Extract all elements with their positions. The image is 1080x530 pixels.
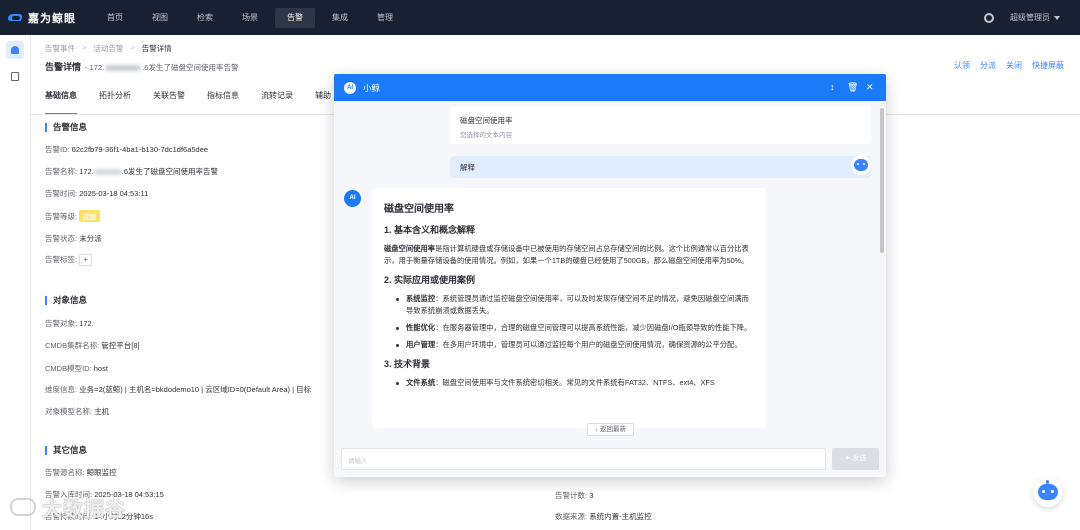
user-menu[interactable]: 超级管理员 bbox=[1010, 12, 1050, 23]
detail-tabs: 基础信息 拓扑分析 关联告警 指标信息 流转记录 辅助 bbox=[45, 90, 353, 115]
answer-section-1-body: 磁盘空间使用率是指计算机硬盘或存储设备中已被使用的存储空间占总存储空间的比例。这… bbox=[384, 244, 749, 265]
count-row: 告警计数: 3 bbox=[555, 491, 594, 500]
answer-section-3-list: 文件系统：磁盘空间使用率与文件系统密切相关。常见的文件系统有FAT32、NTFS… bbox=[396, 377, 754, 389]
page-title-text: 告警详情 bbox=[45, 62, 82, 72]
object-row: 告警对象: 172. bbox=[45, 319, 94, 328]
nav-search[interactable]: 检索 bbox=[185, 8, 225, 28]
add-tag-button[interactable]: + bbox=[79, 254, 93, 266]
tab-metrics[interactable]: 指标信息 bbox=[207, 90, 239, 115]
nav-admin[interactable]: 管理 bbox=[365, 8, 405, 28]
ai-answer-card: 磁盘空间使用率 1. 基本含义和概念解释 磁盘空间使用率是指计算机硬盘或存储设备… bbox=[372, 188, 766, 428]
assign-button[interactable]: 分派 bbox=[980, 60, 996, 71]
watermark: 大数据谷 bbox=[42, 499, 126, 521]
assistant-launcher[interactable] bbox=[1033, 477, 1063, 507]
nav-home[interactable]: 首页 bbox=[95, 8, 135, 28]
send-button[interactable]: ➤ 发送 bbox=[832, 448, 879, 470]
cmdb-model-row: CMDB模型ID: host bbox=[45, 364, 108, 373]
selected-text: 磁盘空间使用率 bbox=[460, 116, 513, 125]
cmdb-cluster-row: CMDB集群名称: 管控平台[8] bbox=[45, 341, 140, 350]
tab-basic-info[interactable]: 基础信息 bbox=[45, 90, 77, 115]
breadcrumb-active-alerts[interactable]: 活动告警 bbox=[93, 43, 123, 54]
alert-level-row: 告警等级: 提醒 bbox=[45, 210, 101, 222]
alert-id-value: 62c2fb79-36f1-4ba1-b130-7dc1df6a5dee bbox=[71, 145, 209, 154]
source-row: 告警源名称: 鲸眼监控 bbox=[45, 468, 117, 477]
user-avatar bbox=[851, 155, 871, 175]
breadcrumb: 告警事件 > 活动告警 > 告警详情 bbox=[45, 43, 172, 54]
nav-integration[interactable]: 集成 bbox=[320, 8, 360, 28]
top-right-tools: 超级管理员 bbox=[984, 0, 1060, 35]
ai-logo-icon: AI bbox=[344, 81, 356, 94]
document-icon bbox=[11, 71, 19, 81]
top-navbar: 嘉为鲸眼 首页 视图 检索 场景 告警 集成 管理 超级管理员 bbox=[0, 0, 1080, 35]
alert-status-row: 告警状态: 未分派 bbox=[45, 234, 102, 243]
alert-tags-row: 告警标签: + bbox=[45, 254, 93, 266]
list-item: 系统监控：系统管理员通过监控磁盘空间使用率，可以及时发现存储空间不足的情况，避免… bbox=[396, 293, 754, 317]
assistant-header: AI 小鲸 ↕ 🗑︎ ✕ bbox=[334, 74, 886, 101]
section-object-info: 对象信息 bbox=[45, 296, 87, 305]
expand-vertical-icon[interactable]: ↕ bbox=[830, 82, 835, 92]
quick-mute-button[interactable]: 快捷屏蔽 bbox=[1032, 60, 1064, 71]
tab-related-alerts[interactable]: 关联告警 bbox=[153, 90, 185, 115]
sidebar-item-report[interactable] bbox=[6, 67, 24, 85]
selected-text-hint: 您选择的文本内容 bbox=[460, 132, 512, 139]
chat-scrollbar[interactable] bbox=[880, 108, 884, 253]
redacted-ip bbox=[105, 65, 142, 72]
main-nav: 首页 视图 检索 场景 告警 集成 管理 bbox=[95, 0, 410, 35]
breadcrumb-current: 告警详情 bbox=[141, 44, 172, 53]
page-subtitle: - 172. .6发生了磁盘空间使用率告警 bbox=[85, 63, 239, 72]
sidebar-item-alert[interactable] bbox=[6, 41, 24, 59]
data-source-row: 数据来源: 系统内置-主机监控 bbox=[555, 512, 652, 521]
claim-button[interactable]: 认领 bbox=[954, 60, 970, 71]
answer-section-2-list: 系统监控：系统管理员通过监控磁盘空间使用率，可以及时发现存储空间不足的情况，避免… bbox=[396, 293, 754, 351]
assistant-panel: AI 小鲸 ↕ 🗑︎ ✕ 磁盘空间使用率 您选择的文本内容 解释 AI 磁盘空间… bbox=[334, 74, 886, 477]
nav-alert[interactable]: 告警 bbox=[275, 7, 315, 28]
tab-topology[interactable]: 拓扑分析 bbox=[99, 90, 131, 115]
dimension-row: 维度信息: 业务=2(蓝鲸) | 主机名=bkdodemo10 | 云区域ID=… bbox=[45, 385, 312, 394]
list-item: 用户管理：在多用户环境中，管理员可以通过监控每个用户的磁盘空间使用情况，确保资源… bbox=[396, 339, 754, 351]
nav-view[interactable]: 视图 bbox=[140, 8, 180, 28]
bell-icon bbox=[11, 46, 19, 54]
page-title: 告警详情 - 172. .6发生了磁盘空间使用率告警 bbox=[45, 60, 238, 73]
answer-section-2-title: 2. 实际应用或使用案例 bbox=[384, 275, 476, 285]
alert-name-row: 告警名称: 172. .6发生了磁盘空间使用率告警 bbox=[45, 167, 219, 176]
gear-icon[interactable] bbox=[984, 12, 994, 23]
robot-avatar-icon bbox=[854, 159, 868, 171]
list-item: 性能优化：在服务器管理中，合理的磁盘空间管理可以提高系统性能，减少因磁盘I/O瓶… bbox=[396, 322, 754, 334]
section-alert-info: 告警信息 bbox=[45, 123, 87, 132]
nav-scene[interactable]: 场景 bbox=[230, 8, 270, 28]
assistant-title: 小鲸 bbox=[363, 82, 381, 93]
tab-flow-records[interactable]: 流转记录 bbox=[261, 90, 293, 115]
app-name: 嘉为鲸眼 bbox=[28, 12, 76, 25]
selected-text-card: 磁盘空间使用率 您选择的文本内容 bbox=[450, 106, 871, 144]
breadcrumb-alert-events[interactable]: 告警事件 bbox=[45, 43, 75, 54]
watermark-icon bbox=[10, 498, 36, 516]
answer-section-1-title: 1. 基本含义和概念解释 bbox=[384, 225, 476, 235]
ai-avatar-icon: AI bbox=[344, 190, 361, 207]
redacted-ip bbox=[93, 169, 122, 176]
close-alert-button[interactable]: 关闭 bbox=[1006, 60, 1022, 71]
logo-icon bbox=[8, 13, 24, 23]
answer-section-3-title: 3. 技术背景 bbox=[384, 359, 431, 369]
list-item: 文件系统：磁盘空间使用率与文件系统密切相关。常见的文件系统有FAT32、NTFS… bbox=[396, 377, 754, 389]
left-sidebar bbox=[0, 35, 31, 530]
chevron-down-icon[interactable] bbox=[1054, 15, 1060, 20]
section-other-info: 其它信息 bbox=[45, 446, 87, 455]
tab-assist[interactable]: 辅助 bbox=[315, 90, 331, 115]
object-model-name-row: 对象模型名称: 主机 bbox=[45, 407, 110, 416]
answer-title: 磁盘空间使用率 bbox=[384, 204, 454, 215]
back-to-latest-button[interactable]: ↓ 返回最新 bbox=[587, 423, 634, 436]
alert-time-row: 告警时间: 2025-03-18 04:53:11 bbox=[45, 189, 149, 198]
delete-icon[interactable]: 🗑︎ bbox=[847, 82, 858, 92]
level-badge: 提醒 bbox=[79, 210, 101, 222]
user-command-bubble: 解释 bbox=[450, 156, 871, 178]
breadcrumb-separator: > bbox=[82, 43, 87, 52]
robot-icon bbox=[1038, 480, 1058, 500]
close-icon[interactable]: ✕ bbox=[866, 82, 874, 92]
header-actions: 认领 分派 关闭 快捷屏蔽 bbox=[944, 60, 1064, 71]
breadcrumb-separator: > bbox=[130, 43, 135, 52]
app-logo[interactable]: 嘉为鲸眼 bbox=[8, 10, 88, 26]
chat-input[interactable]: 请输入 bbox=[341, 448, 826, 470]
alert-id-row: 告警ID: 62c2fb79-36f1-4ba1-b130-7dc1df6a5d… bbox=[45, 145, 209, 154]
